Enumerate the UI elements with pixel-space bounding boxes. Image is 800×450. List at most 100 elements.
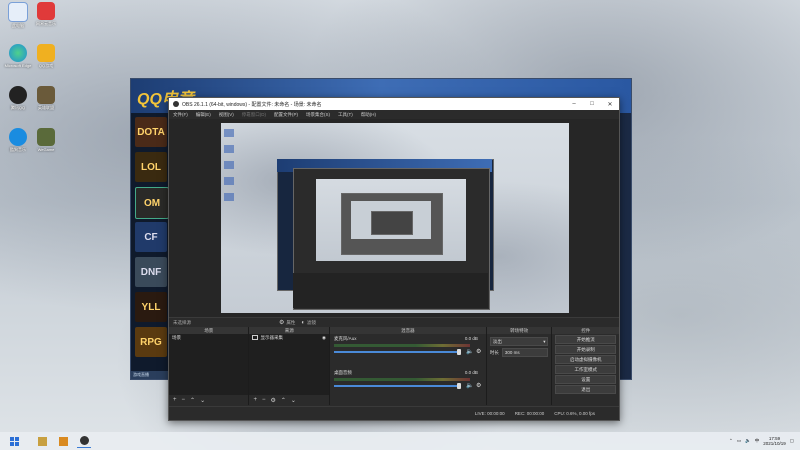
obs-titlebar[interactable]: OBS 26.1.1 (64-bit, windows) - 配置文件: 未命名… <box>169 98 619 110</box>
gear-icon[interactable]: ⚙ <box>476 382 481 389</box>
launcher-tile[interactable]: OM <box>135 187 169 219</box>
obs-logo-icon <box>173 101 179 107</box>
launcher-tile[interactable]: CF <box>135 222 167 252</box>
speaker-icon[interactable]: 🔈 <box>466 382 473 389</box>
volume-icon[interactable]: 🔈 <box>745 438 751 444</box>
maximize-button[interactable]: □ <box>583 101 601 108</box>
desktop-icon-wegame[interactable]: WeGame <box>28 128 64 164</box>
transitions-header: 转场特效 <box>486 327 552 334</box>
transition-select[interactable]: 淡出 ▾ <box>489 337 549 346</box>
launcher-tile[interactable]: DOTA <box>135 117 167 147</box>
duration-input[interactable]: 300 ms <box>501 348 549 357</box>
filter-icon[interactable]: ◐ <box>301 320 305 326</box>
obs-title: OBS 26.1.1 (64-bit, windows) - 配置文件: 未命名… <box>182 101 322 108</box>
track-name: 麦克风/Aux <box>333 336 357 341</box>
menu-help[interactable]: 帮助(H) <box>361 112 376 118</box>
minimize-button[interactable]: – <box>565 101 583 108</box>
launcher-tile[interactable]: RPG <box>135 327 167 357</box>
properties-button[interactable]: 属性 <box>286 320 295 326</box>
wegame-icon <box>37 128 55 146</box>
mixer-track: 桌面音频 0.0 dB 🔈 ⚙ <box>330 368 486 402</box>
computer-icon <box>8 2 28 22</box>
desktop-icon-qqgame[interactable]: QQ游戏 <box>28 44 64 80</box>
chevron-up-icon[interactable]: ⌃ <box>729 438 733 444</box>
transitions-dock: 转场特效 淡出 ▾ 时长 300 ms <box>486 327 553 405</box>
add-icon[interactable]: + <box>173 397 177 403</box>
qqgame-icon <box>37 44 55 62</box>
gear-icon[interactable]: ⚙ <box>279 319 284 326</box>
sources-list[interactable]: 显示器采集 ◉ <box>249 334 329 395</box>
mixer-track: 麦克风/Aux 0.0 dB 🔈 ⚙ <box>330 334 486 368</box>
gear-icon[interactable]: ⚙ <box>271 397 276 404</box>
eye-icon[interactable]: ◉ <box>322 334 326 341</box>
menu-scene-collection[interactable]: 场景集合(S) <box>306 112 330 118</box>
nested-docks <box>293 273 488 308</box>
clock[interactable]: 17:59 2021/10/19 <box>763 436 786 446</box>
mixer-dock: 混音器 麦克风/Aux 0.0 dB 🔈 ⚙ 桌面音频 0.0 dB 🔈 ⚙ <box>329 327 487 405</box>
rec-status: REC: 00:00:00 <box>514 411 545 416</box>
studio-mode-button[interactable]: 工作室模式 <box>555 365 616 374</box>
fader-knob[interactable] <box>456 349 461 355</box>
sources-dock: 来源 显示器采集 ◉ + − ⚙ ⌃ ⌄ <box>249 327 330 405</box>
menu-docks[interactable]: 停靠窗口(D) <box>242 112 266 118</box>
move-down-icon[interactable]: ⌄ <box>200 397 205 404</box>
menu-edit[interactable]: 编辑(E) <box>196 112 211 118</box>
menu-view[interactable]: 视图(V) <box>219 112 234 118</box>
volume-fader[interactable] <box>333 385 458 387</box>
move-down-icon[interactable]: ⌄ <box>291 397 296 404</box>
speaker-icon[interactable]: 🔈 <box>466 348 473 355</box>
virtual-camera-button[interactable]: 启动虚拟摄像机 <box>555 355 616 364</box>
settings-button[interactable]: 设置 <box>555 375 616 384</box>
start-streaming-button[interactable]: 开始推流 <box>555 335 616 344</box>
launcher-tile[interactable]: DNF <box>135 257 167 287</box>
obs-window[interactable]: OBS 26.1.1 (64-bit, windows) - 配置文件: 未命名… <box>168 97 620 421</box>
notification-icon[interactable]: ▢ <box>790 438 794 444</box>
start-recording-button[interactable]: 开始录制 <box>555 345 616 354</box>
menu-profile[interactable]: 配置文件(P) <box>274 112 298 118</box>
gear-icon[interactable]: ⚙ <box>476 348 481 355</box>
exit-button[interactable]: 退出 <box>555 385 616 394</box>
volume-fader[interactable] <box>333 351 458 353</box>
sources-footer: + − ⚙ ⌃ ⌄ <box>249 395 328 405</box>
scenes-list[interactable]: 场景 <box>169 334 249 395</box>
remove-icon[interactable]: − <box>182 397 186 403</box>
nested-obs-core <box>371 211 413 235</box>
remove-icon[interactable]: − <box>262 397 266 403</box>
network-icon[interactable]: ▭ <box>737 438 741 444</box>
taskbar-app-launcher[interactable] <box>56 435 70 447</box>
move-up-icon[interactable]: ⌃ <box>190 397 195 404</box>
start-button[interactable] <box>7 435 21 447</box>
edge-icon <box>9 44 27 62</box>
ime-icon[interactable]: 中 <box>755 438 760 444</box>
taskbar-app-game[interactable] <box>35 435 49 447</box>
sources-header: 来源 <box>249 327 329 334</box>
scene-item[interactable]: 场景 <box>169 334 248 341</box>
fader-knob[interactable] <box>456 383 461 389</box>
menu-file[interactable]: 文件(F) <box>173 112 188 118</box>
mixer-header: 混音器 <box>329 327 486 334</box>
add-icon[interactable]: + <box>253 397 257 403</box>
preview-canvas[interactable] <box>221 123 569 313</box>
move-up-icon[interactable]: ⌃ <box>281 397 286 404</box>
desktop-icon-lol[interactable]: 英雄联盟 <box>28 86 64 122</box>
menu-tools[interactable]: 工具(T) <box>338 112 353 118</box>
taskbar-app-obs[interactable] <box>77 435 91 448</box>
live-status: LIVE: 00:00:00 <box>474 411 505 416</box>
launcher-sidebar: DOTA LOL OM CF DNF YLL RPG <box>131 113 171 379</box>
launcher-footer[interactable]: 游戏直播 <box>131 371 173 379</box>
volume-meter <box>333 344 470 347</box>
filters-button[interactable]: 滤镜 <box>307 320 316 326</box>
docks-row: 场景 场景 + − ⌃ ⌄ 来源 显示器采集 ◉ + − ⚙ ⌃ ⌄ 混音器 麦… <box>169 327 619 405</box>
close-button[interactable]: ✕ <box>601 101 619 108</box>
source-item[interactable]: 显示器采集 ◉ <box>249 334 328 341</box>
launcher-tile[interactable]: LOL <box>135 152 167 182</box>
volume-meter <box>333 378 470 381</box>
lol-icon <box>37 86 55 104</box>
launcher-tile[interactable]: YLL <box>135 292 167 322</box>
desktop-icon-music[interactable]: 网易云音乐 <box>28 2 64 38</box>
preview-area[interactable] <box>169 119 619 317</box>
track-name: 桌面音频 <box>333 370 352 375</box>
obs-app-icon <box>79 436 89 445</box>
launcher-right-rail <box>619 113 631 379</box>
controls-dock: 控件 开始推流 开始录制 启动虚拟摄像机 工作室模式 设置 退出 <box>552 327 619 405</box>
